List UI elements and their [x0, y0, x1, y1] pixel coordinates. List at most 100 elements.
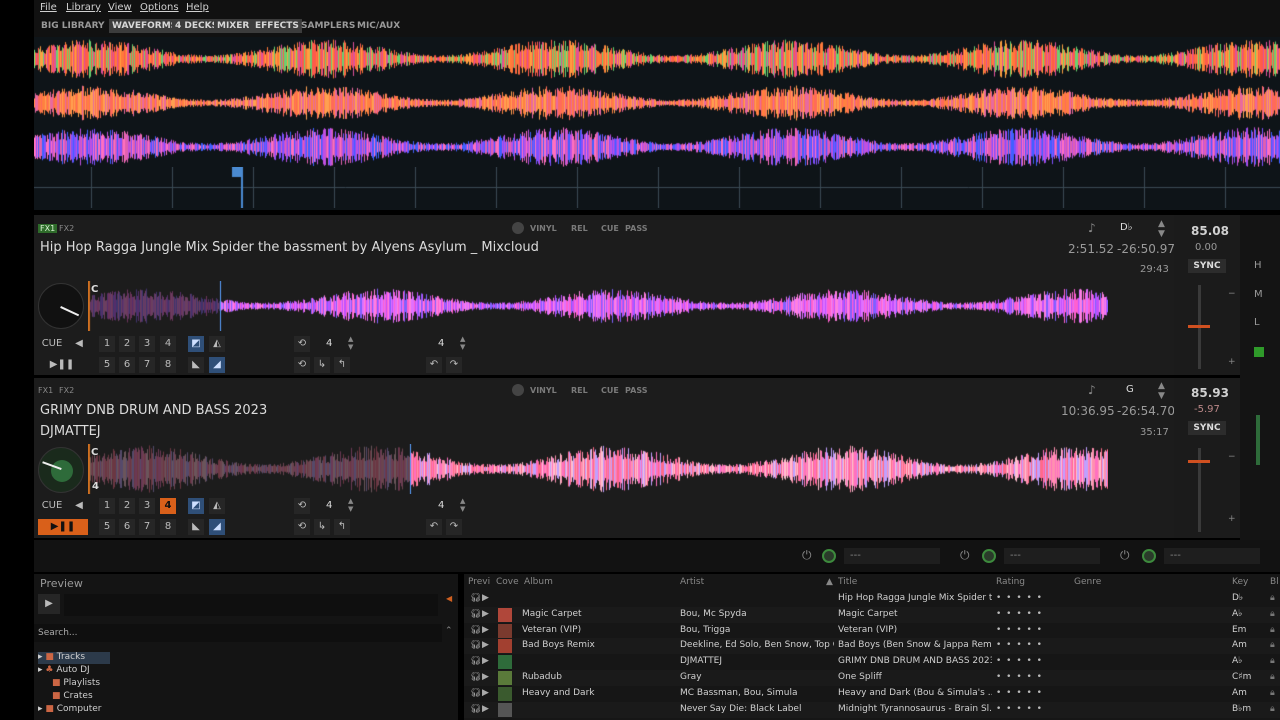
deck2-keylock-icon[interactable]: ♪ [1088, 383, 1096, 397]
table-row[interactable]: 🎧︎ ▶ Bad Boys Remix Deekline, Ed Solo, Ben … [464, 638, 1280, 655]
menu-help[interactable]: Help [186, 2, 209, 13]
deck2-hotcue-2[interactable]: 2 [119, 498, 135, 514]
table-row[interactable]: 🎧︎ ▶ DJMATTEJ GRIMY DNB DRUM AND BASS 2023 •… [464, 654, 1280, 671]
tree-item-computer[interactable]: ▸ ■ Computer [38, 704, 102, 714]
deck2-beatgrid-icon[interactable]: ◭ [209, 498, 225, 514]
preview-headphone-icon[interactable]: 🎧︎ [470, 609, 481, 619]
col-key-header[interactable]: Key [1232, 577, 1248, 587]
col-genre-header[interactable]: Genre [1074, 577, 1101, 587]
tree-item-auto-dj[interactable]: ▸ ♣ Auto DJ [38, 665, 90, 675]
menu-view[interactable]: View [108, 2, 132, 13]
deck2-waveform[interactable] [88, 444, 1108, 494]
deck2-sync-button[interactable]: SYNC [1188, 421, 1226, 435]
deck2-reloop-icon[interactable]: ↰ [334, 519, 350, 535]
preview-play-icon[interactable]: ▶ [482, 688, 489, 698]
deck2-loop-out-icon[interactable]: ↳ [314, 519, 330, 535]
deck2-beats-translate-icon[interactable]: ◢ [209, 519, 225, 535]
deck2-rate-down-icon[interactable]: + [1228, 514, 1236, 524]
deck1-sync-button[interactable]: SYNC [1188, 259, 1226, 273]
col-rating-header[interactable]: Rating [996, 577, 1025, 587]
col-title-header[interactable]: Title [838, 577, 857, 587]
deck2-beatjump-stepper-icon[interactable]: ▲ ▼ [460, 497, 465, 513]
deck2-key-stepper-icon[interactable]: ▲ ▼ [1158, 381, 1165, 401]
deck1-beatjump-stepper-icon[interactable]: ▲ ▼ [460, 335, 465, 351]
fx2-meta-knob[interactable] [982, 549, 996, 563]
deck1-hotcue-4[interactable]: 4 [160, 336, 176, 352]
deck1-rel-button[interactable]: REL [571, 224, 588, 233]
deck1-hotcue-6[interactable]: 6 [119, 357, 135, 373]
deck2-beatjump-back-icon[interactable]: ↶ [426, 519, 442, 535]
deck1-rewind-icon[interactable]: ◀ [72, 336, 86, 352]
fx1-meta-knob[interactable] [822, 549, 836, 563]
deck2-hotcue-3[interactable]: 3 [139, 498, 155, 514]
deck1-cue-button[interactable]: CUE [38, 336, 66, 352]
fx2-effect-select[interactable]: --- [1004, 548, 1100, 564]
deck2-loop-size[interactable]: 4 [326, 500, 332, 511]
deck1-rate-down-icon[interactable]: + [1228, 357, 1236, 367]
rating-cell[interactable]: • • • • • [996, 593, 1043, 603]
preview-play-icon[interactable]: ▶ [482, 640, 489, 650]
deck2-pass-button[interactable]: PASS [625, 386, 647, 395]
col-artist-header[interactable]: Artist [680, 577, 704, 587]
deck2-loop-in-icon[interactable]: ⟲ [294, 519, 310, 535]
tree-item-tracks[interactable]: ▸ ■ Tracks [38, 652, 110, 664]
deck1-beatgrid-icon[interactable]: ◭ [209, 336, 225, 352]
deck2-vinyl-icon[interactable] [512, 384, 524, 396]
deck1-key-stepper-icon[interactable]: ▲ ▼ [1158, 219, 1165, 239]
menu-library[interactable]: Library [66, 2, 101, 13]
deck1-vinyl-icon[interactable] [512, 222, 524, 234]
library-splitter-icon[interactable]: ◀ [446, 594, 452, 603]
menu-file[interactable]: File [40, 2, 57, 13]
preview-headphone-icon[interactable]: 🎧︎ [470, 640, 481, 650]
waveform-lane-1[interactable] [34, 37, 1280, 81]
deck2-beatjump-forward-icon[interactable]: ↷ [446, 519, 462, 535]
waveform-lane-2[interactable] [34, 81, 1280, 125]
deck2-hotcue-4[interactable]: 4 [160, 498, 176, 514]
deck1-cue-mode-button[interactable]: CUE [601, 224, 619, 233]
menu-options[interactable]: Options [140, 2, 179, 13]
fx2-power-icon[interactable]: ⏻ [960, 548, 970, 563]
preview-play-icon[interactable]: ▶ [482, 609, 489, 619]
deck1-spinny[interactable] [38, 283, 84, 329]
effects-toggle[interactable]: EFFECTS [252, 19, 302, 33]
waveform-lane-3[interactable] [34, 125, 1280, 169]
deck1-hotcue-7[interactable]: 7 [139, 357, 155, 373]
col-cover-header[interactable]: Cove [496, 577, 519, 587]
deck1-hotcue-1[interactable]: 1 [99, 336, 115, 352]
preview-headphone-icon[interactable]: 🎧︎ [470, 625, 481, 635]
deck2-beats-adjust-icon[interactable]: ◣ [188, 519, 204, 535]
deck2-fx1-toggle[interactable]: FX1 [38, 386, 53, 395]
deck1-beats-translate-icon[interactable]: ◢ [209, 357, 225, 373]
preview-headphone-icon[interactable]: 🎧︎ [470, 704, 481, 714]
deck1-hotcue-8[interactable]: 8 [160, 357, 176, 373]
deck1-quantize-icon[interactable]: ◩ [188, 336, 204, 352]
deck1-vinyl-button[interactable]: VINYL [530, 224, 557, 233]
preview-headphone-icon[interactable]: 🎧︎ [470, 672, 481, 682]
preview-play-icon[interactable]: ▶ [482, 704, 489, 714]
tree-item-crates[interactable]: ■ Crates [52, 691, 93, 701]
mic-aux-toggle[interactable]: MIC/AUX [354, 19, 403, 33]
col-bpm-header[interactable]: Bl [1270, 577, 1279, 587]
fx3-power-icon[interactable]: ⏻ [1120, 548, 1130, 563]
fx1-power-icon[interactable]: ⏻ [802, 548, 812, 563]
rating-cell[interactable]: • • • • • [996, 625, 1043, 635]
deck1-play-pause-button[interactable]: ▶❚❚ [48, 357, 76, 373]
deck1-beatjump-back-icon[interactable]: ↶ [426, 357, 442, 373]
deck2-cue-mode-button[interactable]: CUE [601, 386, 619, 395]
fx1-effect-select[interactable]: --- [844, 548, 940, 564]
deck2-loop-icon[interactable]: ⟲ [294, 498, 310, 514]
deck1-rate-slider-handle[interactable] [1188, 325, 1210, 328]
deck2-spinny[interactable] [38, 447, 84, 493]
preview-play-icon[interactable]: ▶ [482, 593, 489, 603]
deck2-quantize-icon[interactable]: ◩ [188, 498, 204, 514]
deck1-reloop-icon[interactable]: ↰ [334, 357, 350, 373]
col-album-header[interactable]: Album [524, 577, 553, 587]
mixer-toggle[interactable]: MIXER [214, 19, 253, 33]
table-row[interactable]: 🎧︎ ▶ Never Say Die: Black Label Midnight Ty… [464, 701, 1280, 718]
beatgrid-lane[interactable] [34, 167, 1280, 208]
deck1-beatjump-forward-icon[interactable]: ↷ [446, 357, 462, 373]
deck2-rel-button[interactable]: REL [571, 386, 588, 395]
table-row[interactable]: 🎧︎ ▶ Magic Carpet Bou, Mc Spyda Magic Carpet… [464, 606, 1280, 623]
preview-play-icon[interactable]: ▶ [482, 625, 489, 635]
deck1-loop-size[interactable]: 4 [326, 338, 332, 349]
